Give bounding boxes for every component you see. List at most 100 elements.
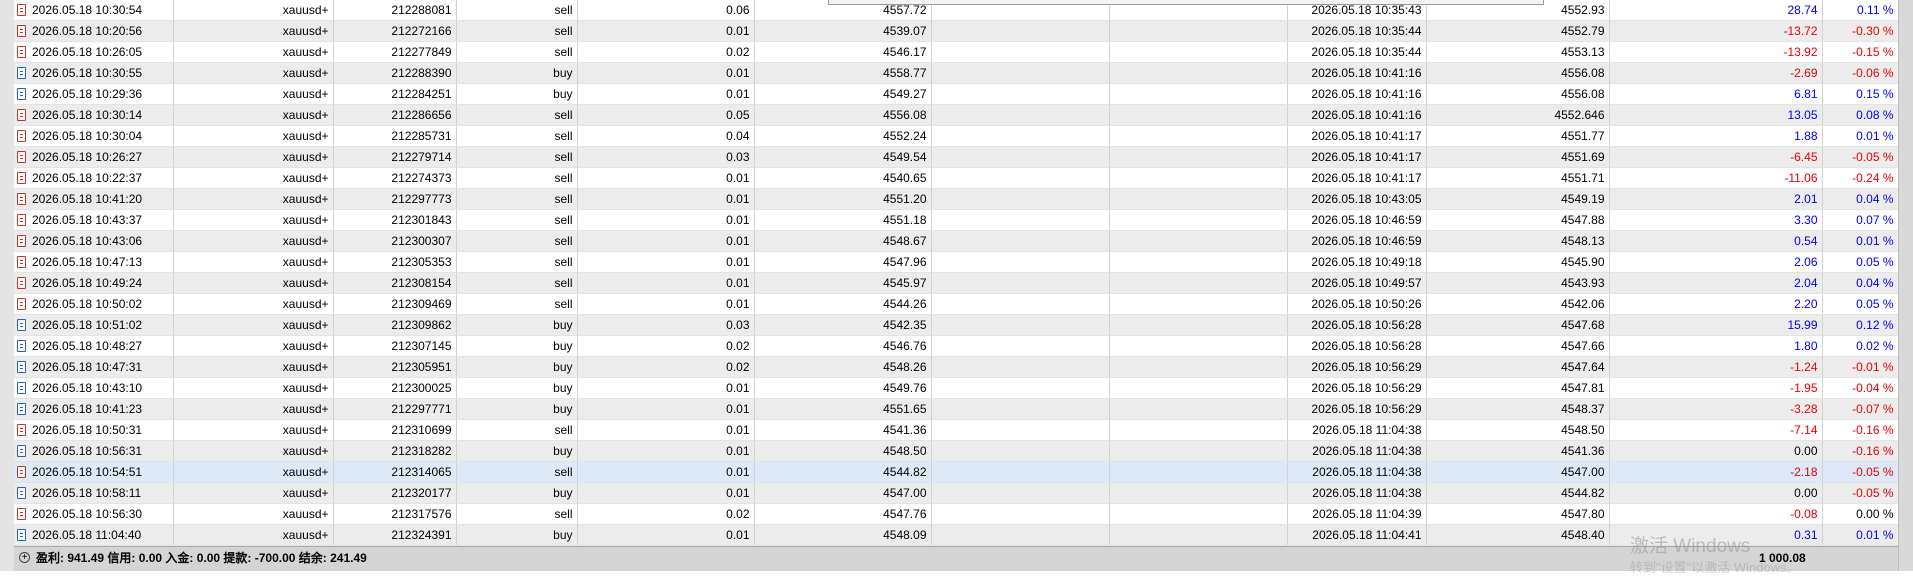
open-price-text: 4547.76 <box>883 507 927 521</box>
type-cell: buy <box>456 62 578 84</box>
ticket-cell: 212272166 <box>333 20 457 42</box>
ticket-text: 212288390 <box>391 66 452 80</box>
open-price-cell: 4548.50 <box>754 440 932 462</box>
open-price-text: 4546.17 <box>883 45 927 59</box>
volume-cell: 0.01 <box>577 167 755 189</box>
open-time-cell: 2026.05.18 10:41:20 <box>14 188 174 210</box>
volume-text: 0.01 <box>726 66 750 80</box>
table-row[interactable]: 2026.05.18 10:29:36 xauusd+ 212284251 buy 0.… <box>14 83 1899 105</box>
close-price-cell: 4548.50 <box>1426 419 1610 441</box>
close-price-cell: 4551.71 <box>1426 167 1610 189</box>
open-price-text: 4551.18 <box>883 213 927 227</box>
symbol-text: xauusd+ <box>282 528 329 542</box>
table-row[interactable]: 2026.05.18 10:26:05 xauusd+ 212277849 sell 0… <box>14 41 1899 63</box>
table-row[interactable]: 2026.05.18 10:49:24 xauusd+ 212308154 sell 0… <box>14 272 1899 294</box>
close-price-cell: 4553.13 <box>1426 41 1610 63</box>
table-row[interactable]: 2026.05.18 10:50:02 xauusd+ 212309469 sell 0… <box>14 293 1899 315</box>
close-time-cell: 2026.05.18 10:41:16 <box>1287 83 1427 105</box>
table-row[interactable]: 2026.05.18 10:43:10 xauusd+ 212300025 buy 0.… <box>14 377 1899 399</box>
volume-cell: 0.03 <box>577 314 755 336</box>
symbol-cell: xauusd+ <box>173 20 334 42</box>
ticket-cell: 212300025 <box>333 377 457 399</box>
table-row[interactable]: 2026.05.18 10:48:27 xauusd+ 212307145 buy 0.… <box>14 335 1899 357</box>
table-row[interactable]: 2026.05.18 10:30:55 xauusd+ 212288390 buy 0.… <box>14 62 1899 84</box>
tp-cell <box>1109 398 1288 420</box>
type-cell: sell <box>456 230 578 252</box>
table-row[interactable]: 2026.05.18 10:20:56 xauusd+ 212272166 sell 0… <box>14 20 1899 42</box>
table-row[interactable]: 2026.05.18 10:50:31 xauusd+ 212310699 sell 0… <box>14 419 1899 441</box>
close-price-text: 4547.88 <box>1561 213 1605 227</box>
table-row[interactable]: 2026.05.18 10:56:31 xauusd+ 212318282 buy 0.… <box>14 440 1899 462</box>
open-price-text: 4548.67 <box>883 234 927 248</box>
symbol-cell: xauusd+ <box>173 482 334 504</box>
table-row[interactable]: 2026.05.18 11:04:40 xauusd+ 212324391 buy 0.… <box>14 524 1899 546</box>
type-cell: sell <box>456 251 578 273</box>
ticket-text: 212307145 <box>391 339 452 353</box>
sl-cell <box>931 104 1110 126</box>
volume-cell: 0.01 <box>577 20 755 42</box>
open-time-text: 2026.05.18 11:04:40 <box>32 528 142 542</box>
table-row[interactable]: 2026.05.18 10:51:02 xauusd+ 212309862 buy 0.… <box>14 314 1899 336</box>
open-time-cell: 2026.05.18 10:56:30 <box>14 503 174 525</box>
symbol-text: xauusd+ <box>282 87 329 101</box>
table-row[interactable]: 2026.05.18 10:43:06 xauusd+ 212300307 sell 0… <box>14 230 1899 252</box>
close-price-cell: 4547.00 <box>1426 461 1610 483</box>
volume-text: 0.01 <box>726 444 750 458</box>
profit-percent-cell: 0.05 % <box>1822 293 1899 315</box>
volume-cell: 0.02 <box>577 503 755 525</box>
type-text: sell <box>554 297 573 311</box>
open-price-cell: 4549.54 <box>754 146 932 168</box>
profit-percent-cell: 0.01 % <box>1822 125 1899 147</box>
sell-order-icon <box>17 151 26 163</box>
ticket-cell: 212324391 <box>333 524 457 546</box>
close-time-cell: 2026.05.18 11:04:38 <box>1287 461 1427 483</box>
ticket-cell: 212310699 <box>333 419 457 441</box>
type-text: buy <box>553 66 573 80</box>
sl-cell <box>931 524 1110 546</box>
table-row[interactable]: 2026.05.18 10:56:30 xauusd+ 212317576 sell 0… <box>14 503 1899 525</box>
table-row[interactable]: 2026.05.18 10:30:04 xauusd+ 212285731 sell 0… <box>14 125 1899 147</box>
profit-cell: -3.28 <box>1609 398 1823 420</box>
open-time-text: 2026.05.18 10:41:23 <box>32 402 143 416</box>
symbol-cell: xauusd+ <box>173 41 334 63</box>
volume-cell: 0.01 <box>577 524 755 546</box>
table-row[interactable]: 2026.05.18 10:26:27 xauusd+ 212279714 sell 0… <box>14 146 1899 168</box>
open-price-text: 4540.65 <box>883 171 927 185</box>
volume-cell: 0.01 <box>577 230 755 252</box>
open-time-text: 2026.05.18 10:30:04 <box>32 129 143 143</box>
buy-order-icon <box>17 340 26 352</box>
table-row[interactable]: 2026.05.18 10:41:20 xauusd+ 212297773 sell 0… <box>14 188 1899 210</box>
symbol-text: xauusd+ <box>282 192 329 206</box>
table-row[interactable]: 2026.05.18 10:30:14 xauusd+ 212286656 sell 0… <box>14 104 1899 126</box>
close-time-cell: 2026.05.18 11:04:38 <box>1287 440 1427 462</box>
volume-cell: 0.01 <box>577 293 755 315</box>
symbol-text: xauusd+ <box>282 507 329 521</box>
open-price-text: 4539.07 <box>883 24 927 38</box>
type-cell: buy <box>456 377 578 399</box>
table-row[interactable]: 2026.05.18 10:47:31 xauusd+ 212305951 buy 0.… <box>14 356 1899 378</box>
sl-cell <box>931 293 1110 315</box>
ticket-cell: 212288081 <box>333 0 457 21</box>
table-row[interactable]: 2026.05.18 10:41:23 xauusd+ 212297771 buy 0.… <box>14 398 1899 420</box>
table-row[interactable]: 2026.05.18 10:47:13 xauusd+ 212305353 sell 0… <box>14 251 1899 273</box>
profit-cell: 2.01 <box>1609 188 1823 210</box>
type-text: sell <box>554 255 573 269</box>
profit-percent-cell: 0.01 % <box>1822 230 1899 252</box>
expand-icon[interactable]: + <box>19 552 30 563</box>
table-row[interactable]: 2026.05.18 10:58:11 xauusd+ 212320177 buy 0.… <box>14 482 1899 504</box>
open-price-cell: 4547.76 <box>754 503 932 525</box>
vertical-scrollbar[interactable] <box>1898 0 1913 571</box>
sl-cell <box>931 251 1110 273</box>
profit-text: -2.69 <box>1790 66 1818 80</box>
close-time-text: 2026.05.18 10:41:17 <box>1311 129 1422 143</box>
open-time-cell: 2026.05.18 10:48:27 <box>14 335 174 357</box>
close-price-text: 4547.00 <box>1561 465 1605 479</box>
volume-text: 0.01 <box>726 486 750 500</box>
buy-order-icon <box>17 382 26 394</box>
tp-cell <box>1109 251 1288 273</box>
table-row[interactable]: 2026.05.18 10:43:37 xauusd+ 212301843 sell 0… <box>14 209 1899 231</box>
table-row[interactable]: 2026.05.18 10:54:51 xauusd+ 212314065 sell 0… <box>14 461 1899 483</box>
close-time-text: 2026.05.18 10:43:05 <box>1311 192 1422 206</box>
ticket-cell: 212301843 <box>333 209 457 231</box>
table-row[interactable]: 2026.05.18 10:22:37 xauusd+ 212274373 sell 0… <box>14 167 1899 189</box>
